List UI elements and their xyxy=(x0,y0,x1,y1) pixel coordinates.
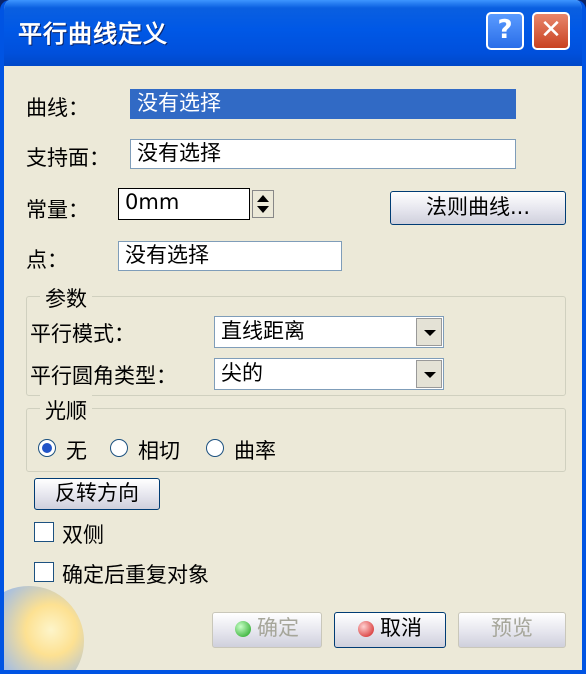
window-title: 平行曲线定义 xyxy=(18,20,168,48)
smooth-none-label[interactable]: 无 xyxy=(66,435,87,465)
params-legend: 参数 xyxy=(40,283,92,313)
smooth-legend: 光顺 xyxy=(40,395,92,425)
smooth-group xyxy=(26,408,566,472)
cancel-label: 取消 xyxy=(380,616,422,640)
corner-label: 平行圆角类型： xyxy=(30,364,177,388)
point-field[interactable]: 没有选择 xyxy=(118,241,342,271)
support-label: 支持面： xyxy=(26,146,110,170)
curve-field[interactable]: 没有选择 xyxy=(130,89,516,119)
help-button[interactable]: ? xyxy=(486,12,524,50)
ok-button: 确定 xyxy=(212,612,322,648)
spin-down-icon[interactable] xyxy=(257,206,269,213)
constant-label: 常量： xyxy=(26,198,89,222)
point-label: 点： xyxy=(26,248,68,272)
both-sides-checkbox[interactable] xyxy=(34,522,54,542)
decorative-orb-icon xyxy=(4,586,84,670)
smooth-curvature-label[interactable]: 曲率 xyxy=(234,435,276,465)
smooth-none-radio[interactable] xyxy=(38,439,56,457)
both-sides-label[interactable]: 双侧 xyxy=(62,519,104,549)
cancel-button[interactable]: 取消 xyxy=(334,612,446,648)
mode-label: 平行模式： xyxy=(30,322,135,346)
support-field[interactable]: 没有选择 xyxy=(130,139,516,169)
chevron-down-icon[interactable] xyxy=(416,360,442,388)
spin-up-icon[interactable] xyxy=(257,195,269,202)
dialog-window: 平行曲线定义 ? ✕ 曲线： 没有选择 支持面： 没有选择 常量： 0mm 法则… xyxy=(0,0,586,674)
preview-button: 预览 xyxy=(458,612,566,648)
repeat-checkbox[interactable] xyxy=(34,562,54,582)
constant-field[interactable]: 0mm xyxy=(118,188,250,220)
chevron-down-icon[interactable] xyxy=(416,318,442,346)
dialog-body: 曲线： 没有选择 支持面： 没有选择 常量： 0mm 法则曲线... 点： 没有… xyxy=(4,66,582,670)
red-dot-icon xyxy=(358,621,374,637)
mode-value: 直线距离 xyxy=(221,319,305,343)
repeat-label[interactable]: 确定后重复对象 xyxy=(62,559,209,589)
corner-value: 尖的 xyxy=(221,361,263,385)
close-button[interactable]: ✕ xyxy=(532,12,570,50)
corner-select[interactable]: 尖的 xyxy=(214,358,444,390)
law-curve-button[interactable]: 法则曲线... xyxy=(390,191,566,225)
green-dot-icon xyxy=(235,621,251,637)
smooth-curvature-radio[interactable] xyxy=(206,439,224,457)
title-bar[interactable]: 平行曲线定义 ? ✕ xyxy=(4,0,582,66)
smooth-tangent-radio[interactable] xyxy=(110,439,128,457)
ok-label: 确定 xyxy=(257,616,299,640)
reverse-direction-button[interactable]: 反转方向 xyxy=(34,478,160,510)
constant-spinner[interactable] xyxy=(252,190,274,218)
smooth-tangent-label[interactable]: 相切 xyxy=(138,435,180,465)
curve-label: 曲线： xyxy=(26,96,89,120)
mode-select[interactable]: 直线距离 xyxy=(214,316,444,348)
